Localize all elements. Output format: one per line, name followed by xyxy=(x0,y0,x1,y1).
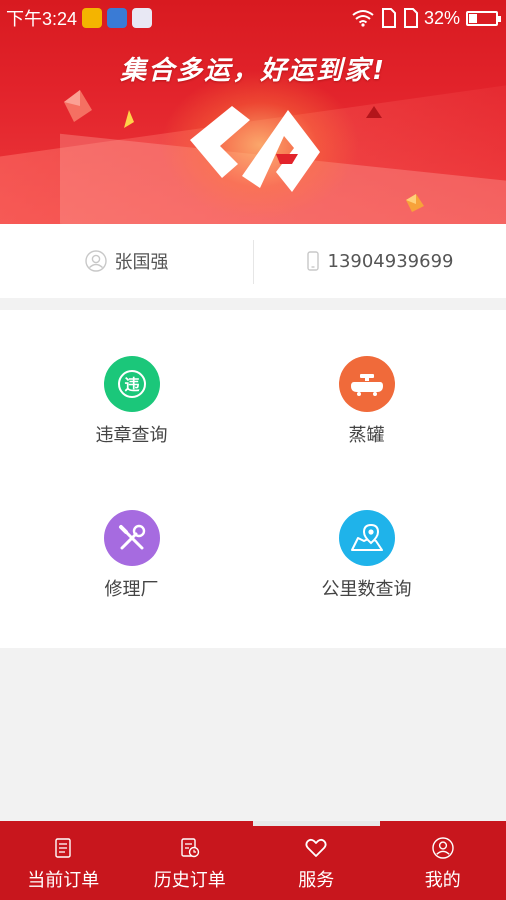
status-bar: 下午3:24 32% xyxy=(0,0,506,36)
service-mileage-query[interactable]: 公里数查询 xyxy=(240,510,493,601)
divider xyxy=(253,240,254,284)
diamond-decoration-icon xyxy=(64,90,92,122)
banner-slogan: 集合多运，好运到家! xyxy=(120,56,386,86)
spark-decoration-icon xyxy=(366,106,382,118)
service-label: 修理厂 xyxy=(104,579,159,600)
service-repair-shop[interactable]: 修理厂 xyxy=(5,510,258,601)
tab-services[interactable]: 服务 xyxy=(253,821,380,900)
wifi-icon xyxy=(352,10,374,27)
tab-label: 我的 xyxy=(424,870,461,891)
tab-history-orders[interactable]: 历史订单 xyxy=(127,821,254,900)
tab-current-orders[interactable]: 当前订单 xyxy=(0,821,127,900)
screenshot-notification-icon xyxy=(107,8,128,28)
map-location-icon xyxy=(338,510,395,566)
app-notification-icon xyxy=(82,8,103,28)
diamond-decoration-icon xyxy=(406,194,424,212)
user-icon xyxy=(432,837,454,859)
battery-percent: 32% xyxy=(423,7,460,28)
brand-logo xyxy=(190,106,320,192)
status-time: 下午3:24 xyxy=(6,9,78,29)
bottom-tab-bar: 当前订单 历史订单 服务 我的 xyxy=(0,821,506,900)
service-steam-tank[interactable]: 蒸罐 xyxy=(240,356,493,447)
user-phone: 13904939699 xyxy=(327,250,454,272)
spark-decoration-icon xyxy=(124,110,134,128)
tank-icon xyxy=(338,356,395,412)
app-notification-icon xyxy=(132,8,153,28)
sim-card-icon xyxy=(381,8,396,28)
user-phone-cell: 13904939699 xyxy=(253,224,506,298)
user-name-cell: 张国强 xyxy=(0,224,253,298)
violation-glyph: 违 xyxy=(124,376,139,394)
phone-icon xyxy=(306,251,319,271)
tab-label: 当前订单 xyxy=(27,870,100,891)
service-label: 公里数查询 xyxy=(321,579,412,600)
tab-label: 服务 xyxy=(298,870,335,891)
heart-icon xyxy=(305,838,327,857)
service-violation-query[interactable]: 违 违章查询 xyxy=(5,356,258,447)
repair-tools-icon xyxy=(103,510,160,566)
tab-mine[interactable]: 我的 xyxy=(380,821,506,900)
service-grid: 违 违章查询 蒸罐 修理厂 公里数查询 xyxy=(0,310,506,648)
battery-level xyxy=(469,13,477,23)
violation-icon: 违 xyxy=(103,356,160,412)
document-icon xyxy=(55,838,71,858)
history-document-icon xyxy=(181,838,199,858)
user-name: 张国强 xyxy=(114,252,169,273)
sim-card-icon xyxy=(403,8,418,28)
service-label: 违章查询 xyxy=(95,425,168,446)
service-label: 蒸罐 xyxy=(348,425,385,446)
user-info-row: 张国强 13904939699 xyxy=(0,224,506,298)
battery-icon xyxy=(466,10,501,26)
person-icon xyxy=(84,250,107,272)
tab-label: 历史订单 xyxy=(153,870,226,891)
